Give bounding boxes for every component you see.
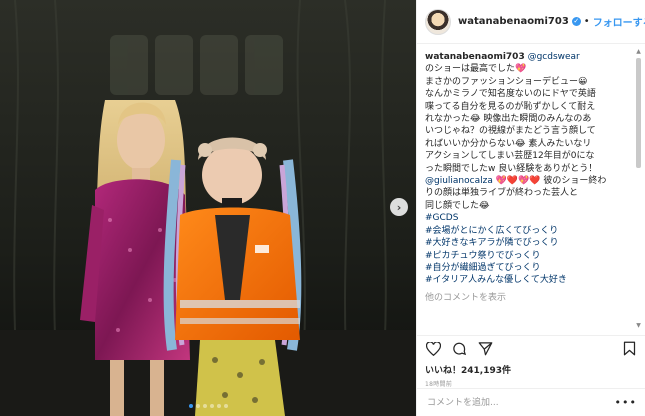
carousel-dot	[195, 404, 200, 408]
likes-count[interactable]: いいね！241,193件	[417, 361, 645, 376]
hashtag-link[interactable]: #GCDS	[425, 212, 631, 224]
caption-line: いつじゃね？の視線がまたどう言う顔して	[425, 126, 596, 137]
caption-line: れなかった😂 映像出た瞬間のみんなのあ	[425, 114, 592, 125]
like-heart-icon[interactable]	[425, 341, 441, 357]
more-comments-link[interactable]: 他のコメントを表示	[425, 290, 631, 303]
carousel-dot	[202, 404, 207, 408]
username-link[interactable]: watanabenaomi703	[458, 16, 569, 27]
post-timestamp[interactable]: 18時間前	[417, 376, 645, 388]
caption-mention[interactable]: @gcdswear	[528, 52, 580, 62]
caption-line: った瞬間でしたw 良い経験をありがとう！	[425, 163, 598, 174]
comment-bar: •••	[417, 388, 645, 416]
caption-body: のショーは最高でした💖 まさかのファッションショーデビュー😀 なんかミラノで知名度な…	[425, 63, 631, 175]
carousel-dot	[188, 404, 193, 408]
caption-line: アクションしてしまい芸歴12年目が0にな	[425, 151, 595, 162]
scroll-up-icon[interactable]: ▲	[635, 48, 642, 55]
caption-line: りの顔は単独ライブが終わった芸人と	[425, 188, 579, 199]
hashtag-link[interactable]: #会場がとにかく広くてびっくり	[425, 225, 631, 237]
more-options-icon[interactable]: •••	[615, 396, 637, 409]
hashtag-link[interactable]: #ピカチュウ祭りでびっくり	[425, 250, 631, 262]
caption-line: なんかミラノで知名度ないのにドヤで英語	[425, 89, 596, 100]
scroll-down-icon[interactable]: ▼	[635, 322, 642, 329]
caption-line: 同じ顔でした😂	[425, 200, 490, 211]
comment-input[interactable]	[425, 396, 615, 409]
hashtag-list: #GCDS #会場がとにかく広くてびっくり #大好きなキアラが隣でびっくり #ピカチュ…	[425, 212, 631, 286]
action-bar	[417, 335, 645, 361]
caption-author[interactable]: watanabenaomi703	[425, 52, 525, 62]
follow-button[interactable]: フォローする	[593, 14, 645, 29]
likes-label: いいね！	[425, 366, 462, 376]
post-caption: watanabenaomi703 @gcdswear のショーは最高でした💖 まさ…	[425, 51, 631, 287]
post-sidebar: watanabenaomi703 ✓ • フォローする watanabenaom…	[416, 0, 645, 416]
caption-line: 喋ってる自分を見るのが恥ずかしくて耐え	[425, 101, 596, 112]
post-header: watanabenaomi703 ✓ • フォローする	[417, 0, 645, 44]
comments-area[interactable]: watanabenaomi703 @gcdswear のショーは最高でした💖 まさ…	[417, 44, 645, 335]
caption-line: まさかのファッションショーデビュー😀	[425, 76, 588, 87]
comment-icon[interactable]	[451, 341, 467, 357]
caption-body-2: りの顔は単独ライブが終わった芸人と 同じ顔でした😂	[425, 187, 631, 212]
caption-line: ればいいか分からない😂 素人みたいなリ	[425, 138, 592, 149]
caption-line: のショーは最高でした💖	[425, 64, 527, 75]
caption-mention-2[interactable]: @giulianocalza	[425, 176, 493, 186]
avatar[interactable]	[425, 8, 451, 35]
chevron-right-icon: ›	[396, 200, 402, 214]
scroll-thumb[interactable]	[636, 58, 641, 168]
hashtag-link[interactable]: #イタリア人みんな優しくて大好き	[425, 274, 631, 286]
instagram-post: › watanabenaomi703 ✓ • フォローする watanabena…	[0, 0, 645, 416]
carousel-indicator	[0, 404, 416, 408]
share-icon[interactable]	[477, 341, 493, 357]
likes-number: 241,193件	[461, 366, 512, 376]
carousel-dot	[216, 404, 221, 408]
post-photo	[0, 0, 416, 416]
follow-separator: •	[583, 16, 590, 27]
caption-after-mention: 💖❤️💖❤️ 彼のショー終わ	[492, 176, 607, 187]
post-media[interactable]: ›	[0, 0, 416, 416]
carousel-next-button[interactable]: ›	[390, 198, 408, 216]
comments-scrollbar[interactable]: ▲ ▼	[635, 48, 642, 329]
bookmark-icon[interactable]	[621, 341, 637, 357]
hashtag-link[interactable]: #自分が繊細過ぎてびっくり	[425, 262, 631, 274]
carousel-dot	[223, 404, 228, 408]
verified-badge-icon: ✓	[571, 17, 581, 26]
carousel-dot	[209, 404, 214, 408]
hashtag-link[interactable]: #大好きなキアラが隣でびっくり	[425, 237, 631, 249]
